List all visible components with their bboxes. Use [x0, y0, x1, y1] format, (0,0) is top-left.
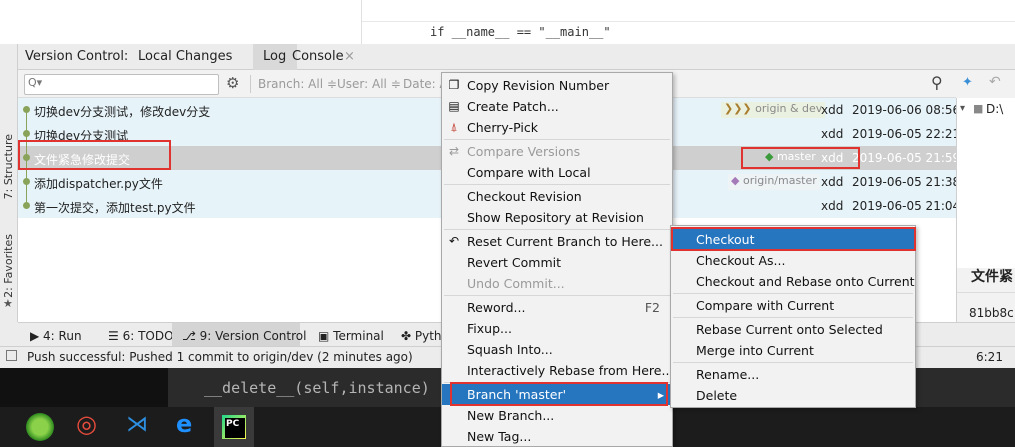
branch-submenu: Checkout Checkout As... Checkout and Reb… — [670, 225, 916, 408]
menu-item-compare-versions[interactable]: ⇄ Compare Versions — [442, 141, 672, 162]
ref-tag: ◆ origin/master — [728, 174, 820, 190]
tab-run[interactable]: ▶ 4: Run — [20, 323, 92, 347]
tab-version-control[interactable]: ⎇ 9: Version Control — [172, 323, 306, 347]
commit-message: 添加dispatcher.py文件 — [34, 177, 163, 191]
branch-filter[interactable]: Branch: All ≑ — [258, 77, 337, 91]
code-line: if __name__ == "__main__" — [430, 25, 611, 39]
highlight-box — [450, 382, 668, 406]
highlight-box — [18, 140, 171, 170]
submenu-item-checkout-as[interactable]: Checkout As... — [671, 250, 915, 271]
python-icon: ✤ — [401, 329, 415, 343]
desktop-strip — [0, 368, 168, 407]
search-input[interactable]: Q▾ — [24, 74, 219, 95]
star-icon: ★ — [3, 297, 13, 310]
commit-date: 2019-06-05 21:38 — [852, 175, 961, 189]
editor-area: if __name__ == "__main__" — [0, 0, 1015, 44]
pycharm-icon[interactable]: PC — [214, 407, 254, 447]
menu-item-undo-commit[interactable]: Undo Commit... — [442, 273, 672, 294]
terminal-icon: ▣ — [318, 329, 334, 343]
commit-message: 切换dev分支测试，修改dev分支 — [34, 105, 211, 119]
status-toggle-icon[interactable] — [6, 350, 17, 361]
tab-log[interactable]: Log — [263, 49, 286, 64]
vscode-icon[interactable]: ⋊ — [122, 412, 150, 441]
tree-root[interactable]: D:\ — [986, 102, 1003, 116]
app-360-icon[interactable] — [26, 413, 54, 441]
edge-icon[interactable]: e — [170, 410, 198, 441]
folder-icon: ■ — [973, 102, 984, 115]
toolwindow-header: Version Control: Local Changes Log Conso… — [18, 44, 1015, 70]
gear-icon[interactable]: ⚙ — [226, 74, 239, 92]
menu-item-reset-branch[interactable]: ↶ Reset Current Branch to Here... — [442, 231, 672, 252]
menu-item-revert-commit[interactable]: Revert Commit — [442, 252, 672, 273]
pin-icon[interactable]: ✦ — [962, 75, 973, 90]
compare-icon: ⇄ — [448, 144, 460, 158]
menu-item-new-branch[interactable]: New Branch... — [442, 405, 672, 426]
status-message[interactable]: Push successful: Pushed 1 commit to orig… — [27, 350, 413, 364]
submenu-item-rebase-current[interactable]: Rebase Current onto Selected — [671, 319, 915, 340]
menu-item-fixup[interactable]: Fixup... — [442, 318, 672, 339]
undo-icon[interactable]: ↶ — [989, 74, 1001, 90]
menu-item-create-patch[interactable]: ▤ Create Patch... — [442, 96, 672, 117]
reset-icon: ↶ — [448, 234, 460, 248]
user-filter[interactable]: User: All ≑ — [337, 77, 401, 91]
tab-local-changes[interactable]: Local Changes — [138, 49, 232, 64]
highlight-box — [671, 227, 916, 251]
tab-console[interactable]: Console — [292, 49, 344, 64]
commit-date: 2019-06-05 22:21 — [852, 127, 961, 141]
toolwindow-title: Version Control: — [25, 49, 129, 64]
commit-hash: 81bb8c — [969, 306, 1014, 320]
search-icon: Q▾ — [28, 76, 43, 89]
submenu-item-delete[interactable]: Delete — [671, 385, 915, 406]
tab-terminal[interactable]: ▣ Terminal — [308, 323, 394, 347]
menu-item-copy-revision[interactable]: ❐ Copy Revision Number — [442, 75, 672, 96]
commit-author: xdd — [821, 175, 844, 189]
app-swirl-icon[interactable]: ◎ — [74, 410, 102, 441]
menu-item-show-repository[interactable]: Show Repository at Revision — [442, 207, 672, 228]
caret-position[interactable]: 6:21 — [976, 350, 1003, 364]
submenu-item-compare-current[interactable]: Compare with Current — [671, 295, 915, 316]
highlight-box — [741, 147, 860, 169]
commit-date: 2019-06-06 08:56 — [852, 103, 961, 117]
close-icon[interactable]: × — [344, 49, 355, 64]
chevron-down-icon[interactable]: ▾ — [960, 103, 965, 114]
submenu-item-merge[interactable]: Merge into Current — [671, 340, 915, 361]
search-icon[interactable]: ⚲ — [931, 73, 943, 92]
menu-item-cherry-pick[interactable]: ⍋ Cherry-Pick — [442, 117, 672, 138]
list-icon: ☰ — [108, 329, 123, 343]
submenu-item-checkout-rebase[interactable]: Checkout and Rebase onto Current — [671, 271, 915, 292]
background-code-line: __delete__(self,instance) — [204, 379, 430, 397]
menu-item-checkout-revision[interactable]: Checkout Revision — [442, 186, 672, 207]
ref-tag: ❯❯❯ origin & dev — [721, 102, 826, 118]
details-toolbar: ✦ ↶ — [956, 70, 1015, 98]
commit-date: 2019-06-05 21:59 — [852, 151, 961, 165]
commit-author: xdd — [821, 127, 844, 141]
menu-item-compare-local[interactable]: Compare with Local — [442, 162, 672, 183]
menu-item-interactive-rebase[interactable]: Interactively Rebase from Here... — [442, 360, 673, 381]
details-title: 文件紧 — [971, 269, 1013, 285]
menu-item-new-tag[interactable]: New Tag... — [442, 426, 672, 447]
submenu-item-rename[interactable]: Rename... — [671, 364, 915, 385]
tab-todo[interactable]: ☰ 6: TODO — [98, 323, 184, 347]
cherry-icon: ⍋ — [450, 120, 458, 134]
menu-item-reword[interactable]: Reword... F2 — [442, 297, 672, 318]
run-icon: ▶ — [30, 329, 44, 343]
structure-tab[interactable]: 7: Structure — [2, 134, 15, 199]
details-panel: ▾ ■ D:\ 文件紧 81bb8c — [956, 98, 1015, 322]
commit-date: 2019-06-05 21:04 — [852, 199, 961, 213]
favorites-tab[interactable]: 2: Favorites — [2, 234, 15, 298]
menu-item-squash[interactable]: Squash Into... — [442, 339, 672, 360]
copy-icon: ❐ — [448, 78, 460, 92]
commit-author: xdd — [821, 103, 844, 117]
patch-icon: ▤ — [448, 99, 460, 113]
commit-message: 第一次提交，添加test.py文件 — [34, 201, 196, 215]
vcs-icon: ⎇ — [182, 329, 200, 343]
commit-author: xdd — [821, 199, 844, 213]
left-tool-strip: 7: Structure 2: Favorites ★ — [0, 44, 18, 322]
